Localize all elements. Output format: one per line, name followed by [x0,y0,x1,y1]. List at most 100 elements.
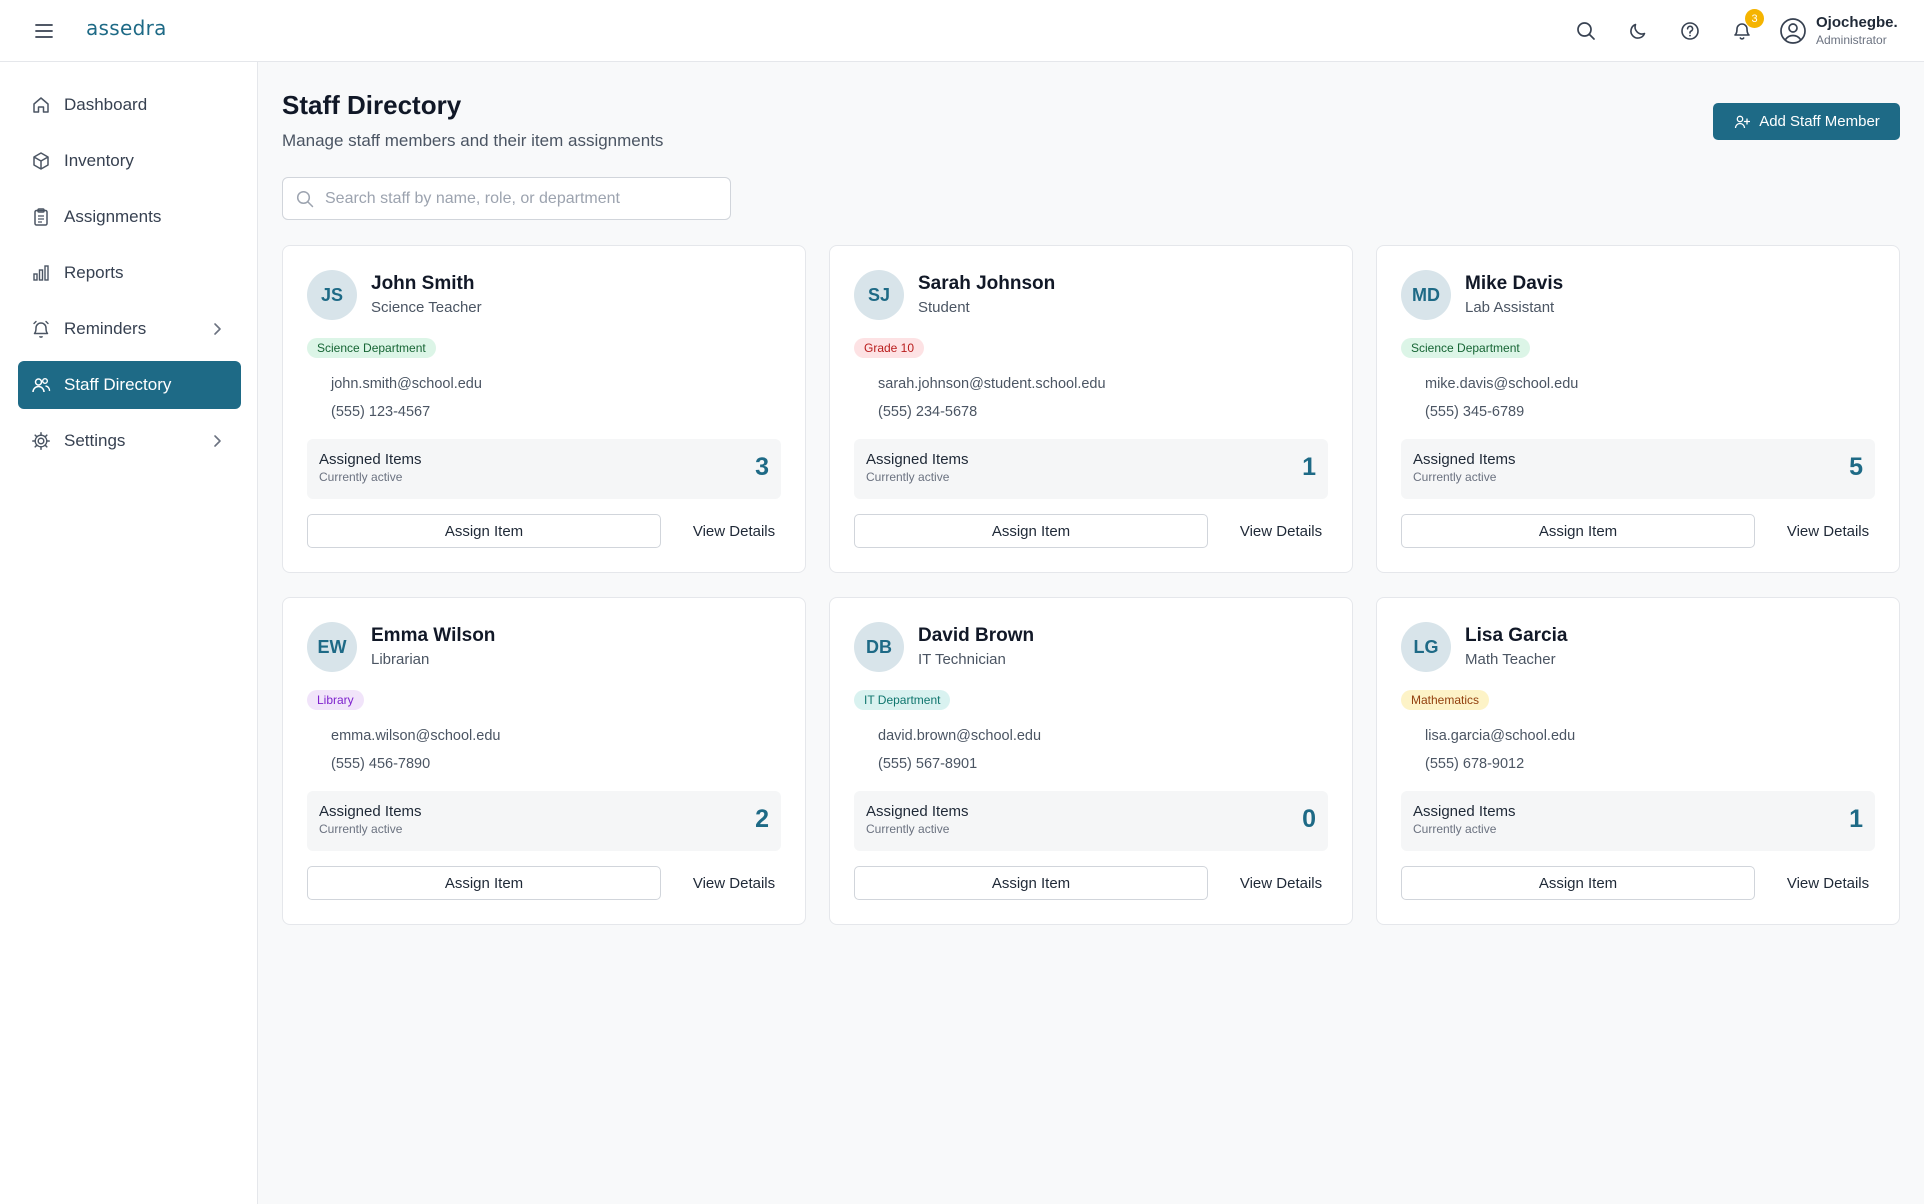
assigned-items-label: Assigned Items [1413,803,1516,820]
user-avatar-icon[interactable] [1778,16,1808,46]
search-icon[interactable] [1573,18,1599,44]
assigned-items-sublabel: Currently active [866,822,950,836]
clipboard-icon [30,206,52,228]
staff-email: david.brown@school.edu [878,728,1042,744]
sidebar-item-reminders[interactable]: Reminders [18,305,241,353]
assigned-items-label: Assigned Items [1413,451,1516,468]
add-staff-member-button[interactable]: Add Staff Member [1713,103,1900,140]
chevron-right-icon[interactable] [207,431,227,451]
help-icon[interactable] [1677,18,1703,44]
assigned-items-summary: Assigned Items Currently active 2 [307,791,781,851]
sidebar-item-label: Staff Directory [64,375,172,394]
sidebar-item-label: Dashboard [64,95,148,114]
assigned-items-label: Assigned Items [319,451,422,468]
bar-chart-icon [30,262,52,284]
assigned-items-sublabel: Currently active [866,470,950,484]
bell-icon [30,318,52,340]
sidebar-item-label: Reminders [64,319,147,338]
assigned-items-count: 5 [1849,453,1863,481]
assigned-items-count: 1 [1849,805,1863,833]
department-badge: IT Department [854,690,951,710]
department-badge: Library [307,690,364,710]
view-details-button[interactable]: View Details [679,866,789,900]
staff-role: Librarian [371,651,430,668]
staff-phone: (555) 678-9012 [1425,756,1525,772]
hamburger-menu-icon[interactable] [32,19,56,43]
sidebar-item-label: Inventory [64,151,134,170]
assigned-items-sublabel: Currently active [1413,470,1497,484]
staff-search-input[interactable] [325,189,715,208]
staff-email: mike.davis@school.edu [1425,376,1579,392]
avatar: MD [1401,270,1451,320]
dark-mode-moon-icon[interactable] [1625,18,1651,44]
view-details-button[interactable]: View Details [1773,514,1883,548]
department-badge: Science Department [1401,338,1530,358]
view-details-button[interactable]: View Details [1773,866,1883,900]
staff-card-emma-wilson: EW Emma Wilson Librarian Library emma.wi… [282,597,806,925]
department-badge: Mathematics [1401,690,1490,710]
assign-item-button[interactable]: Assign Item [307,514,661,548]
staff-name: Lisa Garcia [1465,625,1568,646]
sidebar-item-inventory[interactable]: Inventory [18,137,241,185]
staff-email: sarah.johnson@student.school.edu [878,376,1106,392]
assigned-items-summary: Assigned Items Currently active 1 [854,439,1328,499]
search-icon [295,189,315,209]
department-badge: Grade 10 [854,338,925,358]
sidebar-item-settings[interactable]: Settings [18,417,241,465]
avatar: DB [854,622,904,672]
department-badge: Science Department [307,338,436,358]
user-plus-icon [1733,113,1751,131]
user-name[interactable]: Ojochegbe. [1816,14,1898,31]
staff-card-david-brown: DB David Brown IT Technician IT Departme… [829,597,1353,925]
staff-card-lisa-garcia: LG Lisa Garcia Math Teacher Mathematics … [1376,597,1900,925]
top-bar: assedra 3 Ojochegbe. Administrator [0,0,1924,62]
staff-phone: (555) 234-5678 [878,404,978,420]
assigned-items-summary: Assigned Items Currently active 3 [307,439,781,499]
assign-item-button[interactable]: Assign Item [1401,514,1755,548]
page-subtitle: Manage staff members and their item assi… [282,131,664,150]
staff-name: John Smith [371,273,475,294]
staff-phone: (555) 345-6789 [1425,404,1525,420]
staff-email: lisa.garcia@school.edu [1425,728,1576,744]
avatar: SJ [854,270,904,320]
staff-name: David Brown [918,625,1035,646]
assigned-items-label: Assigned Items [866,451,969,468]
assign-item-button[interactable]: Assign Item [307,866,661,900]
assigned-items-summary: Assigned Items Currently active 5 [1401,439,1875,499]
sidebar-item-dashboard[interactable]: Dashboard [18,81,241,129]
avatar: LG [1401,622,1451,672]
staff-role: Lab Assistant [1465,299,1555,316]
staff-name: Sarah Johnson [918,273,1056,294]
avatar: JS [307,270,357,320]
assigned-items-count: 2 [755,805,769,833]
staff-card-sarah-johnson: SJ Sarah Johnson Student Grade 10 sarah.… [829,245,1353,573]
sidebar-item-assignments[interactable]: Assignments [18,193,241,241]
sidebar-item-label: Settings [64,431,126,450]
assign-item-button[interactable]: Assign Item [854,866,1208,900]
assigned-items-sublabel: Currently active [319,470,403,484]
staff-card-john-smith: JS John Smith Science Teacher Science De… [282,245,806,573]
app-logo[interactable]: assedra [86,16,167,40]
assigned-items-label: Assigned Items [866,803,969,820]
sidebar-item-staff-directory[interactable]: Staff Directory [18,361,241,409]
assigned-items-count: 1 [1302,453,1316,481]
staff-name: Mike Davis [1465,273,1564,294]
user-role: Administrator [1816,33,1887,47]
chevron-right-icon[interactable] [207,319,227,339]
assign-item-button[interactable]: Assign Item [854,514,1208,548]
assigned-items-summary: Assigned Items Currently active 1 [1401,791,1875,851]
view-details-button[interactable]: View Details [1226,514,1336,548]
assign-item-button[interactable]: Assign Item [1401,866,1755,900]
sidebar-item-label: Assignments [64,207,162,226]
add-staff-member-label: Add Staff Member [1759,113,1880,130]
sidebar-item-reports[interactable]: Reports [18,249,241,297]
staff-role: IT Technician [918,651,1006,668]
staff-phone: (555) 456-7890 [331,756,431,772]
staff-phone: (555) 123-4567 [331,404,431,420]
app-root: assedra 3 Ojochegbe. Administrator Dashb… [0,0,1924,1204]
view-details-button[interactable]: View Details [1226,866,1336,900]
view-details-button[interactable]: View Details [679,514,789,548]
box-icon [30,150,52,172]
assigned-items-sublabel: Currently active [1413,822,1497,836]
assigned-items-sublabel: Currently active [319,822,403,836]
